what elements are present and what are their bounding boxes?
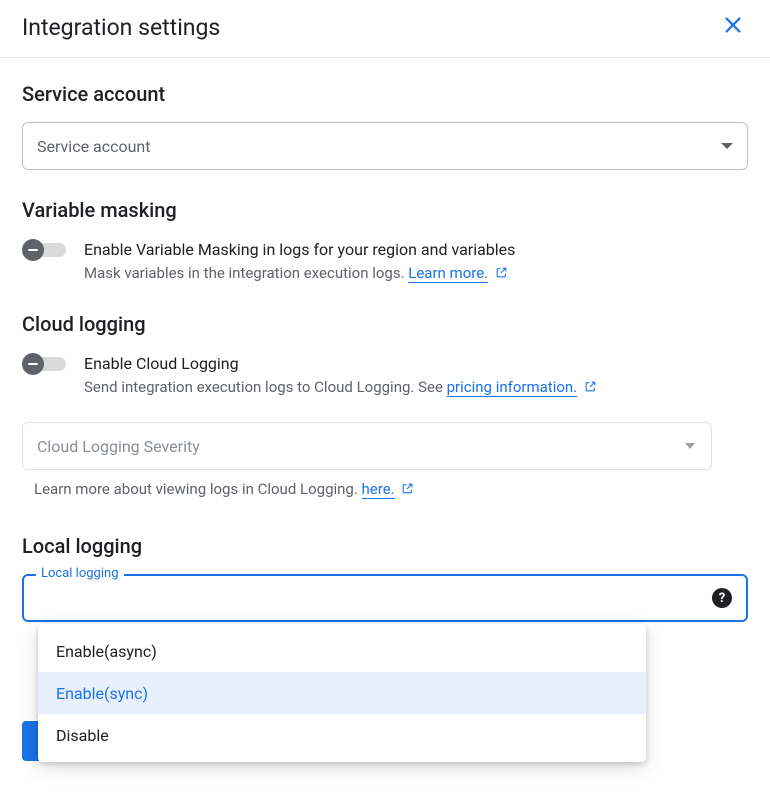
cloud-severity-help: Learn more about viewing logs in Cloud L… <box>22 480 748 498</box>
close-button[interactable] <box>718 12 748 43</box>
external-link-icon <box>495 266 508 279</box>
dialog-title: Integration settings <box>22 14 220 41</box>
cloud-logging-toggle-label: Enable Cloud Logging <box>84 352 597 376</box>
dialog-header: Integration settings <box>0 0 770 58</box>
local-logging-option-sync[interactable]: Enable(sync) <box>38 672 646 714</box>
local-logging-title: Local logging <box>22 534 748 558</box>
variable-masking-text: Enable Variable Masking in logs for your… <box>84 238 515 284</box>
cloud-logging-title: Cloud logging <box>22 312 748 336</box>
external-link-icon <box>401 482 414 495</box>
service-account-placeholder: Service account <box>37 137 150 156</box>
cloud-severity-select[interactable]: Cloud Logging Severity <box>22 422 712 470</box>
variable-masking-description: Mask variables in the integration execut… <box>84 262 515 284</box>
local-logging-section: Local logging Local logging ? <box>22 534 748 622</box>
cloud-severity-help-link[interactable]: here. <box>362 480 395 499</box>
cloud-logging-section: Cloud logging Enable Cloud Logging Send … <box>22 312 748 498</box>
variable-masking-learn-more-link[interactable]: Learn more. <box>408 264 488 283</box>
minus-icon <box>22 239 44 261</box>
cloud-logging-pricing-link[interactable]: pricing information. <box>447 378 578 397</box>
chevron-down-icon <box>685 443 695 449</box>
variable-masking-row: Enable Variable Masking in logs for your… <box>22 238 748 284</box>
service-account-title: Service account <box>22 82 748 106</box>
close-icon <box>722 14 744 36</box>
local-logging-option-disable[interactable]: Disable <box>38 714 646 756</box>
local-logging-wrap: Local logging ? <box>22 574 748 622</box>
variable-masking-toggle-label: Enable Variable Masking in logs for your… <box>84 238 515 262</box>
local-logging-option-async[interactable]: Enable(async) <box>38 630 646 672</box>
external-link-icon <box>584 380 597 393</box>
local-logging-select[interactable]: Local logging ? <box>22 574 748 622</box>
service-account-section: Service account Service account <box>22 82 748 170</box>
variable-masking-section: Variable masking Enable Variable Masking… <box>22 198 748 284</box>
cloud-logging-text: Enable Cloud Logging Send integration ex… <box>84 352 597 398</box>
cloud-logging-description: Send integration execution logs to Cloud… <box>84 376 597 398</box>
service-account-select[interactable]: Service account <box>22 122 748 170</box>
minus-icon <box>22 353 44 375</box>
variable-masking-title: Variable masking <box>22 198 748 222</box>
cloud-severity-wrap: Cloud Logging Severity Learn more about … <box>22 422 748 498</box>
cloud-severity-placeholder: Cloud Logging Severity <box>37 437 200 456</box>
chevron-down-icon <box>721 143 733 149</box>
variable-masking-toggle[interactable] <box>22 240 70 262</box>
local-logging-menu: Enable(async) Enable(sync) Disable <box>38 624 646 762</box>
dialog-body: Service account Service account Variable… <box>0 58 770 622</box>
cloud-logging-row: Enable Cloud Logging Send integration ex… <box>22 352 748 398</box>
help-icon[interactable]: ? <box>712 588 732 608</box>
local-logging-float-label: Local logging <box>36 566 124 581</box>
cloud-logging-toggle[interactable] <box>22 354 70 376</box>
